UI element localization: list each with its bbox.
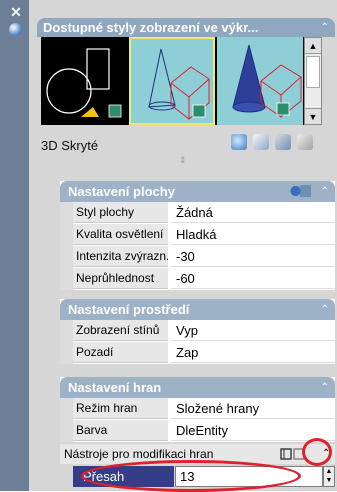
property-row[interactable]: Neprůhlednost -60 [60,268,335,290]
section-title: Nastavení plochy [68,184,175,199]
scroll-up-arrow-icon[interactable]: ▲ [305,38,321,54]
property-value[interactable]: Vyp [171,320,335,341]
palette-titlebar[interactable]: ✕ [0,0,29,491]
section-header[interactable]: Nastavení prostředí ⌃ [60,299,335,320]
edge-tools-title: Nástroje pro modifikaci hran [64,447,214,461]
collapse-icon[interactable]: ⌃ [321,18,329,37]
property-value[interactable]: Žádná [171,202,335,223]
thumbnail-2d-wireframe[interactable] [41,37,127,125]
spin-up-icon[interactable]: ▲ [324,467,334,476]
section-title: Nastavení hran [68,380,162,395]
edge-modifier-icon[interactable] [280,447,306,467]
style-thumbnails [41,37,304,125]
collapse-icon[interactable]: ⌃ [321,299,329,320]
property-value[interactable]: Hladká [171,224,335,245]
property-label: Zobrazení stínů [73,320,168,341]
property-value[interactable]: Zap [171,342,335,363]
property-label: Neprůhlednost [73,268,168,289]
property-label: Režim hran [73,398,168,419]
hidden-3d-image [148,48,210,121]
collapse-icon[interactable]: ⌃ [321,377,329,398]
section-environment-settings: Nastavení prostředí ⌃ Zobrazení stínů Vy… [60,299,335,364]
apply-style-icon[interactable] [253,134,269,150]
collapse-icon[interactable]: ⌃ [321,181,329,202]
property-label: Barva [73,420,168,441]
spin-down-icon[interactable]: ▼ [324,476,334,485]
collapse-icon[interactable]: ⌃ [322,444,330,464]
property-value[interactable]: Složené hrany [171,398,335,419]
property-label: Styl plochy [73,202,168,223]
section-face-settings: Nastavení plochy ⌃ Styl plochy Žádná Kva… [60,181,335,290]
overhang-spinner[interactable]: ▲ ▼ [323,466,335,487]
section-header[interactable]: Nastavení hran ⌃ [60,377,335,398]
auto-hide-icon[interactable] [9,23,22,36]
thumbnail-3d-wireframe[interactable] [217,37,303,125]
property-row[interactable]: Režim hran Složené hrany [60,398,335,420]
scroll-down-arrow-icon[interactable]: ▼ [305,108,321,124]
section-title: Nastavení prostředí [68,302,190,317]
face-style-icon[interactable] [289,185,311,197]
property-row[interactable]: Styl plochy Žádná [60,202,335,224]
edge-modifier-tools-header[interactable]: Nástroje pro modifikaci hran ⌃ [60,444,335,464]
property-label: Kvalita osvětlení [73,224,168,245]
scrollbar-thumb[interactable] [306,56,320,88]
property-row[interactable]: Pozadí Zap [60,342,335,364]
section-edge-settings: Nastavení hran ⌃ Režim hran Složené hran… [60,377,335,442]
property-row[interactable]: Kvalita osvětlení Hladká [60,224,335,246]
overhang-input[interactable]: 13 [175,466,323,487]
visual-styles-palette: ✕ Dostupné styly zobrazení ve výkr... ⌃ [0,0,337,492]
property-label: Intenzita zvýrazn... [73,246,168,267]
property-value[interactable]: DleEntity [171,420,335,441]
property-label: Pozadí [73,342,168,363]
styles-panel-title: Dostupné styly zobrazení ve výkr... [43,20,259,35]
thumbnail-3d-hidden[interactable] [129,37,215,125]
splitter-grip-icon[interactable]: ⇕ [179,155,187,166]
overhang-row[interactable]: Přesah 13 ▲ ▼ [60,466,335,487]
thumbnails-scrollbar[interactable]: ▲ ▼ [304,37,322,125]
palette-content: Dostupné styly zobrazení ve výkr... ⌃ ▲ … [31,0,337,492]
styles-panel-header[interactable]: Dostupné styly zobrazení ve výkr... ⌃ [37,18,335,37]
property-row[interactable]: Intenzita zvýrazn... -30 [60,246,335,268]
property-value[interactable]: -30 [171,246,335,267]
property-value[interactable]: -60 [171,268,335,289]
property-row[interactable]: Zobrazení stínů Vyp [60,320,335,342]
wireframe-3d-image [232,44,302,119]
overhang-label: Přesah [73,466,174,487]
property-row[interactable]: Barva DleEntity [60,420,335,442]
close-icon[interactable]: ✕ [9,5,23,19]
wireframe-2d-image [46,48,122,118]
section-header[interactable]: Nastavení plochy ⌃ [60,181,335,202]
current-style-name: 3D Skryté [41,138,99,153]
delete-icon[interactable] [297,134,313,150]
create-style-icon[interactable] [231,134,247,150]
export-icon[interactable] [275,134,291,150]
